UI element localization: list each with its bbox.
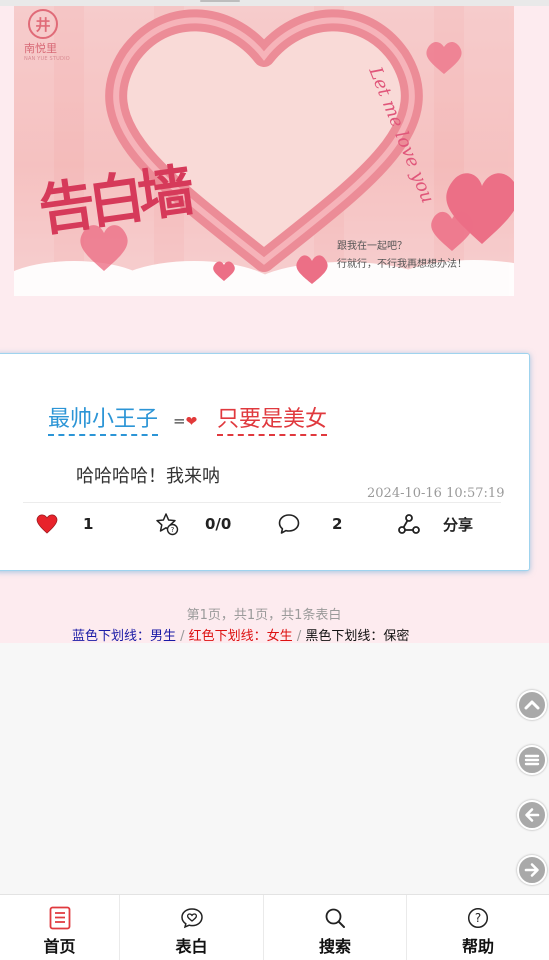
rating-value: 0/0 — [205, 515, 232, 533]
to-arrow: =❤ — [173, 412, 197, 430]
legend-secret: 黑色下划线：保密 — [305, 629, 410, 644]
legend-separator: / — [292, 629, 306, 644]
legend-female: 红色下划线：女生 — [188, 629, 293, 644]
chevron-up-icon — [524, 700, 540, 710]
underline-legend: 蓝色下划线：男生 / 红色下划线：女生 / 黑色下划线：保密 — [72, 625, 409, 644]
pagination-info: 第1页，共1页，共1条表白 — [186, 608, 342, 623]
share-label: 分享 — [443, 515, 474, 534]
comment-button[interactable]: 2 — [277, 510, 342, 538]
confession-message: 哈哈哈哈！我来呐 — [76, 466, 220, 487]
tab-search-label: 搜索 — [318, 937, 351, 956]
tab-confess[interactable]: 表白 — [120, 895, 264, 960]
legend-male: 蓝色下划线：男生 — [72, 629, 177, 644]
menu-button[interactable] — [517, 745, 547, 775]
confession-card[interactable]: 最帅小王子 =❤ 只要是美女 哈哈哈哈！我来呐 2024-10-16 10:57… — [0, 353, 530, 571]
search-icon — [323, 906, 347, 930]
legend-separator: / — [176, 629, 189, 644]
card-divider — [23, 502, 501, 503]
heart-like-icon — [35, 512, 59, 536]
comment-bubble-icon — [277, 512, 301, 536]
tab-help[interactable]: ? 帮助 — [407, 895, 549, 960]
tab-confess-label: 表白 — [175, 937, 208, 956]
tab-home[interactable]: 首页 — [0, 895, 120, 960]
brand-logo: 井 南悦里 NAN YUE STUDIO — [24, 9, 70, 64]
svg-text:?: ? — [475, 911, 481, 925]
heart-icon: ❤ — [185, 414, 198, 430]
scroll-indicator — [200, 0, 240, 2]
tab-help-label: 帮助 — [461, 937, 494, 956]
brand-logo-mark: 井 — [28, 9, 58, 39]
arrow-left-icon — [525, 808, 540, 822]
confession-wall-banner: 井 南悦里 NAN YUE STUDIO 告白墙 Let me love you… — [14, 6, 514, 296]
share-button[interactable]: 分享 — [397, 510, 473, 538]
share-icon — [397, 512, 421, 536]
banner-note-line1: 跟我在一起吧？ — [337, 241, 407, 252]
like-button[interactable]: 1 — [35, 510, 93, 538]
comment-count: 2 — [332, 515, 343, 533]
arrow-right-icon — [524, 863, 539, 877]
svg-text:?: ? — [171, 526, 175, 534]
home-doc-icon — [48, 906, 72, 930]
sender-name[interactable]: 最帅小王子 — [48, 406, 159, 436]
arrow-symbol: = — [173, 412, 186, 430]
tab-home-label: 首页 — [43, 937, 76, 956]
brand-name: 南悦里 — [24, 42, 57, 55]
bottom-tab-bar: 首页 表白 搜索 ? 帮助 — [0, 894, 549, 960]
tab-search[interactable]: 搜索 — [264, 895, 407, 960]
scroll-top-button[interactable] — [517, 690, 547, 720]
forward-button[interactable] — [517, 855, 547, 885]
brand-subtitle: NAN YUE STUDIO — [24, 56, 70, 62]
star-rating-icon: ? — [155, 512, 179, 536]
banner-note: 跟我在一起吧？ 行就行，不行我再想想办法！ — [337, 238, 467, 274]
menu-icon — [524, 754, 540, 766]
heart-bubble-icon — [180, 906, 204, 930]
back-button[interactable] — [517, 800, 547, 830]
banner-note-line2: 行就行，不行我再想想办法！ — [337, 259, 467, 270]
rate-button[interactable]: ? 0/0 — [155, 510, 231, 538]
help-icon: ? — [466, 906, 490, 930]
post-timestamp: 2024-10-16 10:57:19 — [367, 486, 505, 501]
recipient-name[interactable]: 只要是美女 — [217, 406, 328, 436]
like-count: 1 — [83, 515, 94, 533]
